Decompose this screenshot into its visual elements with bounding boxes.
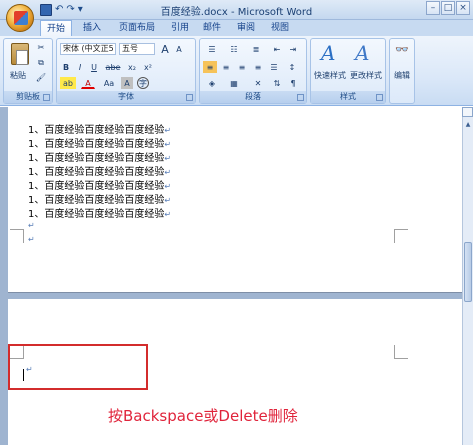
- quick-styles-button[interactable]: 快速样式: [311, 69, 349, 81]
- title-bar: ↶ ↷ ▾ 百度经验.docx - Microsoft Word – □ ×: [0, 0, 473, 32]
- font-group-label: 字体: [57, 91, 195, 103]
- distribute-icon[interactable]: ☰: [267, 61, 281, 73]
- borders-icon[interactable]: ▦: [225, 77, 243, 89]
- office-button[interactable]: [6, 4, 34, 32]
- styles-group: A A 快速样式 更改样式 样式: [310, 38, 386, 104]
- shading-icon[interactable]: ◈: [203, 77, 221, 89]
- underline-button[interactable]: U: [88, 61, 100, 73]
- tab-home[interactable]: 开始: [40, 20, 72, 36]
- tab-references[interactable]: 引用: [166, 20, 194, 36]
- numbering-icon[interactable]: ☷: [225, 43, 243, 55]
- scroll-up-icon[interactable]: ▲: [464, 121, 472, 130]
- text-line[interactable]: 1、百度经验百度经验百度经验↵: [28, 205, 171, 220]
- vertical-scrollbar[interactable]: ▲: [462, 107, 473, 445]
- format-painter-icon[interactable]: 🖌: [34, 71, 48, 83]
- bold-button[interactable]: B: [60, 61, 72, 73]
- cut-icon[interactable]: ✂: [34, 41, 48, 53]
- font-color-button[interactable]: A: [81, 77, 95, 89]
- sort-icon[interactable]: ⇅: [270, 77, 284, 89]
- window-controls: – □ ×: [426, 1, 470, 15]
- margin-crop-mark: [394, 345, 408, 359]
- margin-crop-mark: [10, 229, 24, 243]
- maximize-button[interactable]: □: [441, 1, 455, 15]
- text-highlight-button[interactable]: ab: [60, 77, 76, 89]
- tab-review[interactable]: 审阅: [232, 20, 260, 36]
- tab-page-layout[interactable]: 页面布局: [112, 20, 162, 36]
- paragraph-launcher-icon[interactable]: [297, 94, 304, 101]
- grow-font-button[interactable]: A: [159, 43, 171, 55]
- increase-indent-icon[interactable]: ⇥: [286, 43, 300, 55]
- window-title: 百度经验.docx - Microsoft Word: [160, 7, 313, 18]
- paragraph-mark: ↵: [28, 235, 35, 244]
- paragraph-mark: ↵: [28, 221, 35, 230]
- multilevel-list-icon[interactable]: ≣: [247, 43, 265, 55]
- clipboard-group: 粘贴 ✂ ⧉ 🖌 剪贴板: [3, 38, 53, 104]
- margin-crop-mark: [394, 229, 408, 243]
- change-styles-button[interactable]: 更改样式: [347, 69, 385, 81]
- justify-icon[interactable]: ≡: [251, 61, 265, 73]
- character-shading-button[interactable]: A: [121, 77, 133, 89]
- scroll-thumb[interactable]: [464, 242, 472, 302]
- ribbon-tabs: 开始 插入 页面布局 引用 邮件 审阅 视图: [0, 20, 473, 36]
- text-line[interactable]: 1、百度经验百度经验百度经验↵: [28, 121, 171, 136]
- view-ruler-button[interactable]: [462, 107, 473, 117]
- instruction-text: 按Backspace或Delete删除: [108, 407, 298, 425]
- office-logo-icon: [14, 11, 28, 25]
- shrink-font-button[interactable]: A: [173, 43, 185, 55]
- text-line[interactable]: 1、百度经验百度经验百度经验↵: [28, 191, 171, 206]
- align-right-icon[interactable]: ≡: [235, 61, 249, 73]
- decrease-indent-icon[interactable]: ⇤: [270, 43, 284, 55]
- enclose-characters-button[interactable]: 字: [137, 77, 149, 89]
- paste-icon[interactable]: [11, 43, 29, 65]
- paragraph-group-label: 段落: [200, 91, 306, 103]
- show-marks-icon[interactable]: ¶: [286, 77, 300, 89]
- font-launcher-icon[interactable]: [186, 94, 193, 101]
- clipboard-launcher-icon[interactable]: [43, 94, 50, 101]
- editing-group: 👓 编辑: [389, 38, 415, 104]
- page-1: 1、百度经验百度经验百度经验↵ 1、百度经验百度经验百度经验↵ 1、百度经验百度…: [8, 107, 462, 293]
- styles-launcher-icon[interactable]: [376, 94, 383, 101]
- copy-icon[interactable]: ⧉: [34, 56, 48, 68]
- text-line[interactable]: 1、百度经验百度经验百度经验↵: [28, 135, 171, 150]
- align-center-icon[interactable]: ≡: [219, 61, 233, 73]
- quick-styles-icon[interactable]: A: [321, 41, 335, 65]
- highlight-box: [8, 344, 148, 390]
- chinese-layout-icon[interactable]: ✕: [249, 77, 267, 89]
- bullets-icon[interactable]: ☰: [203, 43, 221, 55]
- font-name-box[interactable]: 宋体 (中文正5: [60, 43, 116, 55]
- find-binoculars-icon[interactable]: 👓: [394, 43, 410, 55]
- tab-insert[interactable]: 插入: [78, 20, 106, 36]
- paragraph-group: ☰ ☷ ≣ ⇤ ⇥ ≡ ≡ ≡ ≡ ☰ ↕ ◈ ▦ ✕ ⇅ ¶ 段落: [199, 38, 307, 104]
- italic-button[interactable]: I: [74, 61, 86, 73]
- change-case-button[interactable]: Aa: [101, 77, 117, 89]
- ribbon: 粘贴 ✂ ⧉ 🖌 剪贴板 宋体 (中文正5 五号 A A B I U abe x…: [0, 36, 473, 106]
- tab-mailings[interactable]: 邮件: [198, 20, 226, 36]
- font-size-box[interactable]: 五号: [119, 43, 155, 55]
- text-cursor: [23, 369, 24, 381]
- change-styles-icon[interactable]: A: [355, 41, 369, 65]
- superscript-button[interactable]: x²: [141, 61, 155, 73]
- document-area: 1、百度经验百度经验百度经验↵ 1、百度经验百度经验百度经验↵ 1、百度经验百度…: [0, 107, 462, 445]
- text-line[interactable]: 1、百度经验百度经验百度经验↵: [28, 177, 171, 192]
- close-button[interactable]: ×: [456, 1, 470, 15]
- editing-button[interactable]: 编辑: [390, 69, 414, 81]
- minimize-button[interactable]: –: [426, 1, 440, 15]
- styles-group-label: 样式: [311, 91, 385, 103]
- text-line[interactable]: 1、百度经验百度经验百度经验↵: [28, 163, 171, 178]
- align-left-icon[interactable]: ≡: [203, 61, 217, 73]
- font-group: 宋体 (中文正5 五号 A A B I U abe x₂ x² ab A Aa …: [56, 38, 196, 104]
- line-spacing-icon[interactable]: ↕: [284, 61, 300, 73]
- text-line[interactable]: 1、百度经验百度经验百度经验↵: [28, 149, 171, 164]
- strikethrough-button[interactable]: abe: [104, 61, 122, 73]
- tab-view[interactable]: 视图: [266, 20, 294, 36]
- paste-button[interactable]: 粘贴: [6, 69, 30, 81]
- subscript-button[interactable]: x₂: [125, 61, 139, 73]
